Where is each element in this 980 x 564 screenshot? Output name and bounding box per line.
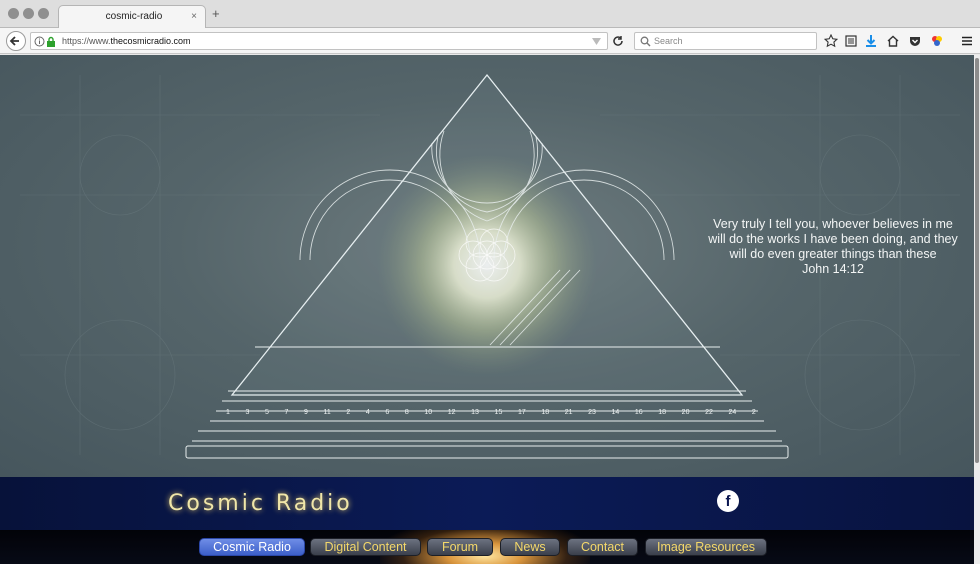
search-input[interactable]: Search: [654, 36, 683, 46]
ruler-number: 4: [365, 409, 370, 416]
ruler-number: 18: [658, 409, 667, 416]
url-bar[interactable]: https://www.thecosmicradio.com: [30, 32, 608, 50]
extension-icon[interactable]: [930, 34, 944, 48]
ruler-number: 10: [424, 409, 433, 416]
close-window-button[interactable]: [8, 8, 19, 19]
zoom-window-button[interactable]: [38, 8, 49, 19]
nav-item-digital-content[interactable]: Digital Content: [310, 538, 421, 556]
info-icon[interactable]: [34, 36, 45, 47]
nav-item-forum[interactable]: Forum: [427, 538, 493, 556]
quote-line: will do even greater things than these: [729, 247, 937, 261]
download-icon[interactable]: [864, 34, 878, 48]
main-navigation: Cosmic Radio Digital Content Forum News …: [0, 530, 974, 564]
facebook-icon[interactable]: f: [717, 490, 739, 512]
back-arrow-icon: [9, 36, 19, 46]
web-page: 1 3 5 7 9 11 2 4 6 8 10 12 13 15 17 18 21 23 14 16 18 20 22 24 2…: [0, 55, 974, 564]
ruler-number: 16: [634, 409, 643, 416]
ruler-numbers: 1 3 5 7 9 11 2 4 6 8 10 12 13 15 17 18 21 23 14 16 18 20 22 24 2: [226, 409, 756, 421]
ruler-number: 13: [471, 409, 479, 416]
tab-close-icon[interactable]: ×: [191, 11, 197, 22]
url-text[interactable]: https://www.thecosmicradio.com: [62, 36, 191, 46]
reading-list-icon[interactable]: [844, 34, 858, 48]
ruler-number: 6: [385, 409, 390, 416]
ruler-number: 23: [588, 409, 596, 416]
dropdown-icon[interactable]: [592, 38, 601, 45]
ruler-number: 9: [304, 409, 308, 416]
minimize-window-button[interactable]: [23, 8, 34, 19]
menu-icon[interactable]: [960, 34, 974, 48]
scrollbar-thumb[interactable]: [975, 58, 979, 463]
ruler-number: 17: [517, 409, 526, 416]
back-button[interactable]: [6, 31, 26, 51]
ruler-number: 7: [284, 409, 289, 416]
search-bar[interactable]: Search: [634, 32, 817, 50]
nav-item-contact[interactable]: Contact: [567, 538, 638, 556]
home-icon[interactable]: [886, 34, 900, 48]
tab-bar: cosmic-radio × +: [0, 0, 980, 29]
navigation-toolbar: https://www.thecosmicradio.com Search: [0, 28, 980, 54]
quote-line: Very truly I tell you, whoever believes …: [713, 217, 953, 231]
lock-icon[interactable]: [46, 36, 56, 47]
search-icon: [640, 36, 651, 47]
tab-title: cosmic-radio: [105, 11, 163, 22]
ruler-number: 14: [611, 409, 620, 416]
ruler-number: 12: [447, 409, 456, 416]
nav-item-image-resources[interactable]: Image Resources: [645, 538, 767, 556]
bookmark-star-icon[interactable]: [824, 34, 838, 48]
nav-item-news[interactable]: News: [500, 538, 560, 556]
ruler-number: 3: [245, 409, 250, 416]
ruler-number: 18: [541, 409, 550, 416]
ruler-number: 20: [681, 409, 690, 416]
ruler-number: 21: [564, 409, 573, 416]
ruler-number: 2: [751, 409, 756, 416]
ruler-number: 15: [494, 409, 503, 416]
scripture-quote: Very truly I tell you, whoever believes …: [698, 217, 968, 277]
hero-background: 1 3 5 7 9 11 2 4 6 8 10 12 13 15 17 18 21 23 14 16 18 20 22 24 2…: [0, 55, 974, 477]
ruler-number: 2: [346, 409, 351, 416]
browser-tab[interactable]: cosmic-radio ×: [58, 5, 206, 29]
site-title[interactable]: Cosmic Radio: [168, 491, 353, 516]
ruler-number: 1: [226, 409, 230, 416]
ruler-number: 8: [404, 409, 409, 416]
quote-reference: John 14:12: [802, 262, 864, 276]
ruler-number: 11: [323, 409, 331, 416]
ruler-number: 22: [705, 409, 713, 416]
site-banner: Cosmic Radio f: [0, 477, 974, 530]
new-tab-button[interactable]: +: [212, 7, 220, 20]
nav-item-cosmic-radio[interactable]: Cosmic Radio: [199, 538, 305, 556]
pocket-icon[interactable]: [908, 34, 922, 48]
ruler-number: 5: [265, 409, 269, 416]
reload-icon[interactable]: [612, 35, 624, 47]
quote-line: will do the works I have been doing, and…: [708, 232, 958, 246]
ruler-number: 24: [728, 409, 737, 416]
